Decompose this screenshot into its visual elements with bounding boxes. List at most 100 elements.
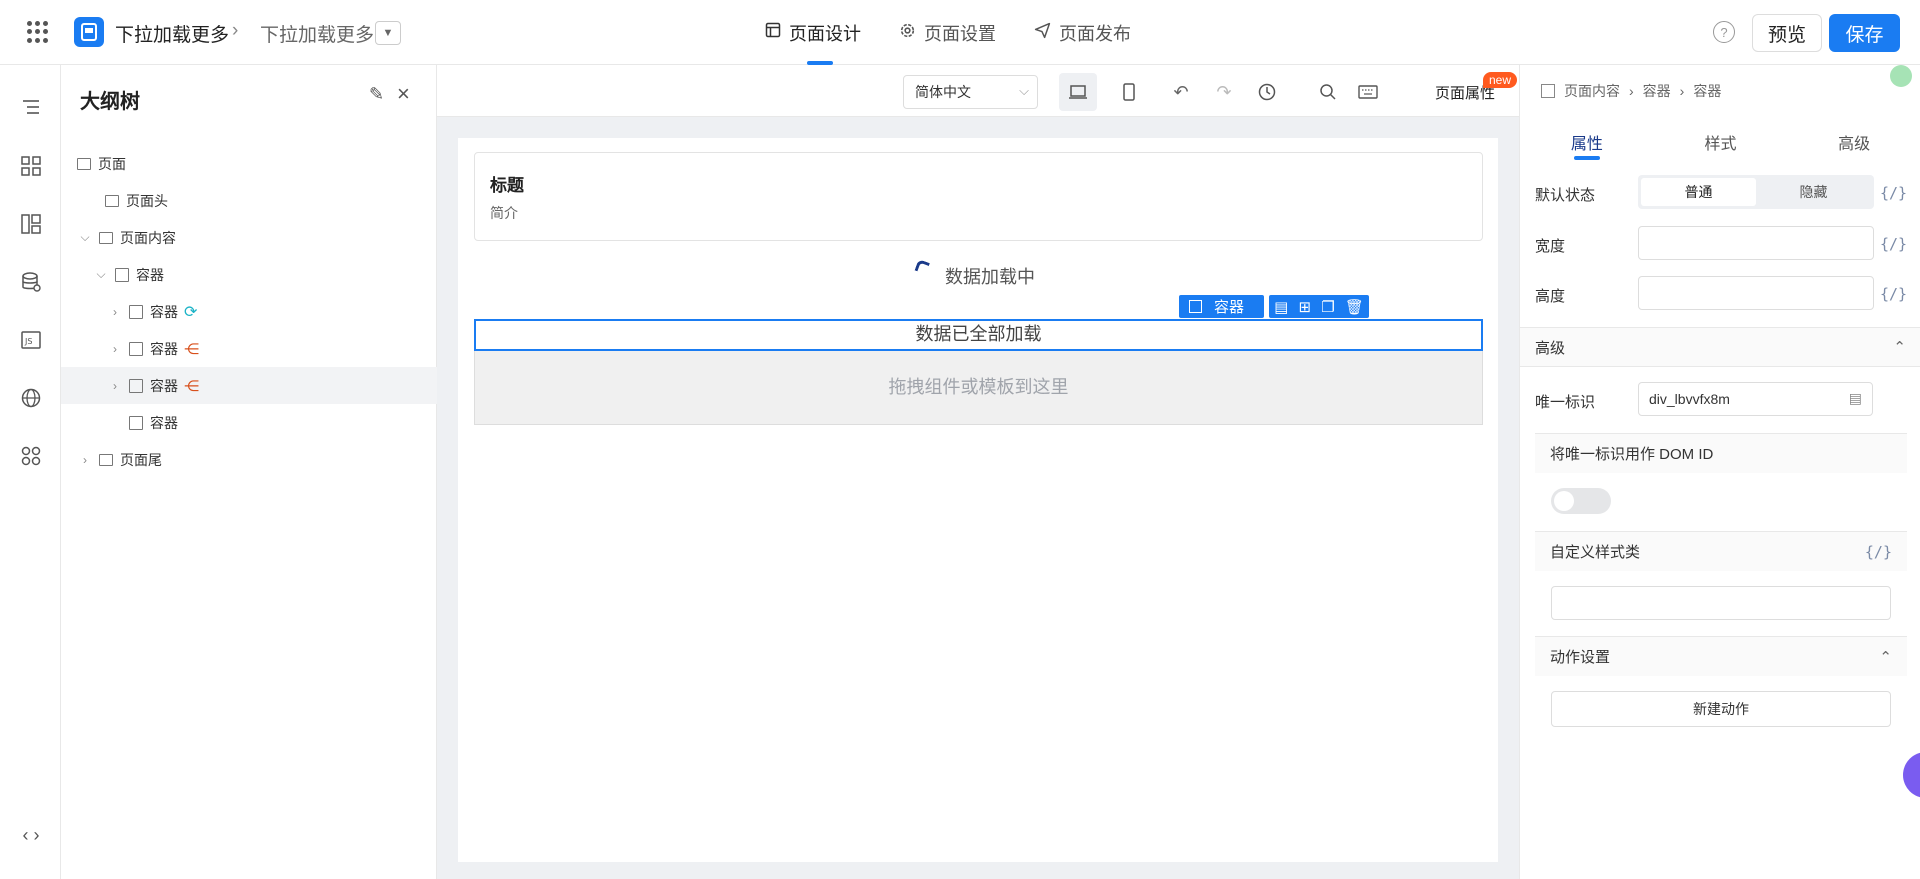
tree-node-container-leaf[interactable]: 容器	[61, 404, 437, 441]
plugins-icon[interactable]	[18, 443, 44, 469]
tab-label: 页面设置	[924, 23, 996, 44]
data-source-icon[interactable]	[18, 269, 44, 295]
app-grid-icon[interactable]	[27, 21, 49, 43]
tab-styles[interactable]: 样式	[1654, 120, 1788, 160]
advanced-section-header[interactable]: 高级 ⌃	[1520, 327, 1920, 367]
chevron-up-icon: ⌃	[1879, 648, 1892, 666]
expression-button[interactable]: {/}	[1880, 285, 1907, 303]
width-label: 宽度	[1535, 238, 1566, 255]
add-icon[interactable]: ⊞	[1298, 298, 1311, 316]
tree-node-container-condition[interactable]: › 容器 ⋲	[61, 330, 437, 367]
chevron-down-icon[interactable]: ⌵	[93, 267, 109, 282]
delete-icon[interactable]: 🗑︎	[1345, 298, 1364, 316]
outline-title: 大纲树	[80, 91, 140, 113]
copy-icon[interactable]: ❐	[1321, 298, 1334, 316]
chevron-right-icon[interactable]: ›	[107, 305, 123, 319]
chevron-up-icon: ⌃	[1893, 339, 1906, 356]
tree-node-container-selected[interactable]: › 容器 ⋲	[61, 367, 437, 404]
breadcrumb-item[interactable]: 容器	[1643, 81, 1671, 101]
state-hidden-option[interactable]: 隐藏	[1756, 178, 1871, 206]
tree-node-label: 容器	[150, 377, 178, 394]
tree-node-container[interactable]: ⌵ 容器	[61, 256, 437, 293]
chevron-right-icon[interactable]: ›	[107, 379, 123, 393]
redo-icon[interactable]: ↷	[1209, 77, 1239, 107]
outline-tree-icon[interactable]	[18, 95, 44, 121]
chevron-down-icon[interactable]: ⌵	[77, 230, 93, 245]
copy-icon[interactable]: ▤	[1849, 390, 1862, 407]
uid-value: div_lbvvfx8m	[1649, 391, 1730, 407]
selected-component-tag[interactable]: 容器	[1179, 295, 1264, 318]
search-icon[interactable]	[1313, 77, 1343, 107]
custom-class-input[interactable]	[1551, 586, 1891, 620]
state-normal-option[interactable]: 普通	[1641, 178, 1756, 206]
js-code-icon[interactable]: JS	[18, 327, 44, 353]
dom-id-toggle[interactable]	[1551, 488, 1611, 514]
loaded-all-container[interactable]: 数据已全部加载	[474, 319, 1483, 351]
gear-icon	[899, 22, 916, 44]
tab-label: 页面发布	[1059, 23, 1131, 44]
chevron-right-icon: ›	[1679, 83, 1685, 99]
tab-properties[interactable]: 属性	[1520, 120, 1654, 160]
chevron-right-icon[interactable]: ›	[107, 342, 123, 356]
outline-panel: 大纲树 ✎ × 页面 页面头 ⌵ 页面内容 ⌵ 容器 › 容器 ⟳ › 容器 ⋲…	[61, 65, 437, 879]
pin-icon[interactable]: ✎	[369, 84, 384, 105]
uid-label: 唯一标识	[1535, 394, 1596, 411]
breadcrumb-item[interactable]: 容器	[1693, 81, 1721, 101]
container-node-icon	[129, 415, 143, 430]
save-button[interactable]: 保存	[1829, 14, 1900, 52]
expression-button[interactable]: {/}	[1880, 184, 1907, 202]
drop-zone[interactable]: 拖拽组件或模板到这里	[474, 351, 1483, 425]
section-node-icon	[105, 194, 119, 207]
canvas-toolbar: 简体中文 ⌵ ↶ ↷ 页面属性 new	[437, 65, 1519, 117]
top-bar: 下拉加载更多 › 下拉加载更多 ▼ 页面设计 页面设置 页面发布 ? 预览 保存	[0, 0, 1920, 65]
default-state-label: 默认状态	[1535, 187, 1596, 204]
preview-button[interactable]: 预览	[1752, 14, 1822, 52]
height-input[interactable]	[1638, 276, 1874, 310]
layout-panel-icon[interactable]	[18, 211, 44, 237]
expression-button[interactable]: {/}	[1880, 235, 1907, 253]
history-icon[interactable]	[1252, 77, 1282, 107]
page-header-subtitle: 简介	[490, 205, 518, 221]
breadcrumb-app[interactable]: 下拉加载更多	[115, 20, 229, 47]
close-icon[interactable]: ×	[397, 81, 410, 107]
loading-indicator: 数据加载中	[458, 259, 1498, 289]
edit-icon[interactable]: ▤	[1274, 298, 1288, 316]
action-section-header[interactable]: 动作设置 ⌃	[1535, 636, 1907, 676]
source-code-icon[interactable]: ‹ ›	[18, 822, 44, 848]
tree-node-page-content[interactable]: ⌵ 页面内容	[61, 219, 437, 256]
condition-branch-icon: ⋲	[184, 340, 199, 358]
breadcrumb-item[interactable]: 页面内容	[1564, 81, 1620, 101]
page-dropdown-icon[interactable]: ▼	[375, 21, 401, 45]
selected-component-tools: ▤ ⊞ ❐ 🗑︎	[1269, 295, 1369, 318]
properties-panel: 页面内容 › 容器 › 容器 属性 样式 高级 默认状态 普通 隐藏 {/} 宽…	[1519, 65, 1920, 879]
mobile-view-icon[interactable]	[1114, 77, 1144, 107]
new-action-button[interactable]: 新建动作	[1551, 691, 1891, 727]
expression-button[interactable]: {/}	[1865, 543, 1892, 561]
tab-page-publish[interactable]: 页面发布	[1034, 0, 1131, 65]
tree-node-label: 页面	[98, 155, 126, 172]
tree-node-label: 容器	[150, 414, 178, 431]
container-icon	[1541, 84, 1555, 98]
help-icon[interactable]: ?	[1713, 21, 1735, 43]
page-header-card[interactable]: 标题 简介	[474, 152, 1483, 241]
width-input[interactable]	[1638, 226, 1874, 260]
tree-node-label: 页面头	[126, 192, 168, 209]
tree-node-page[interactable]: 页面	[61, 145, 437, 182]
tab-page-design[interactable]: 页面设计	[765, 0, 861, 65]
condition-branch-icon: ⋲	[184, 377, 199, 395]
keyboard-icon[interactable]	[1353, 77, 1383, 107]
uid-input[interactable]: div_lbvvfx8m ▤	[1638, 382, 1873, 416]
components-icon[interactable]	[18, 153, 44, 179]
globe-icon[interactable]	[18, 385, 44, 411]
breadcrumb-page[interactable]: 下拉加载更多	[260, 20, 374, 47]
undo-icon[interactable]: ↶	[1166, 77, 1196, 107]
chevron-right-icon[interactable]: ›	[77, 453, 93, 467]
tree-node-page-footer[interactable]: › 页面尾	[61, 441, 437, 478]
tree-node-container-loop[interactable]: › 容器 ⟳	[61, 293, 437, 330]
desktop-view-icon[interactable]	[1059, 73, 1097, 111]
tab-page-settings[interactable]: 页面设置	[899, 0, 996, 65]
custom-class-label: 自定义样式类	[1550, 544, 1641, 561]
language-select[interactable]: 简体中文 ⌵	[903, 75, 1038, 109]
tree-node-page-header[interactable]: 页面头	[61, 182, 437, 219]
tab-advanced[interactable]: 高级	[1787, 120, 1920, 160]
